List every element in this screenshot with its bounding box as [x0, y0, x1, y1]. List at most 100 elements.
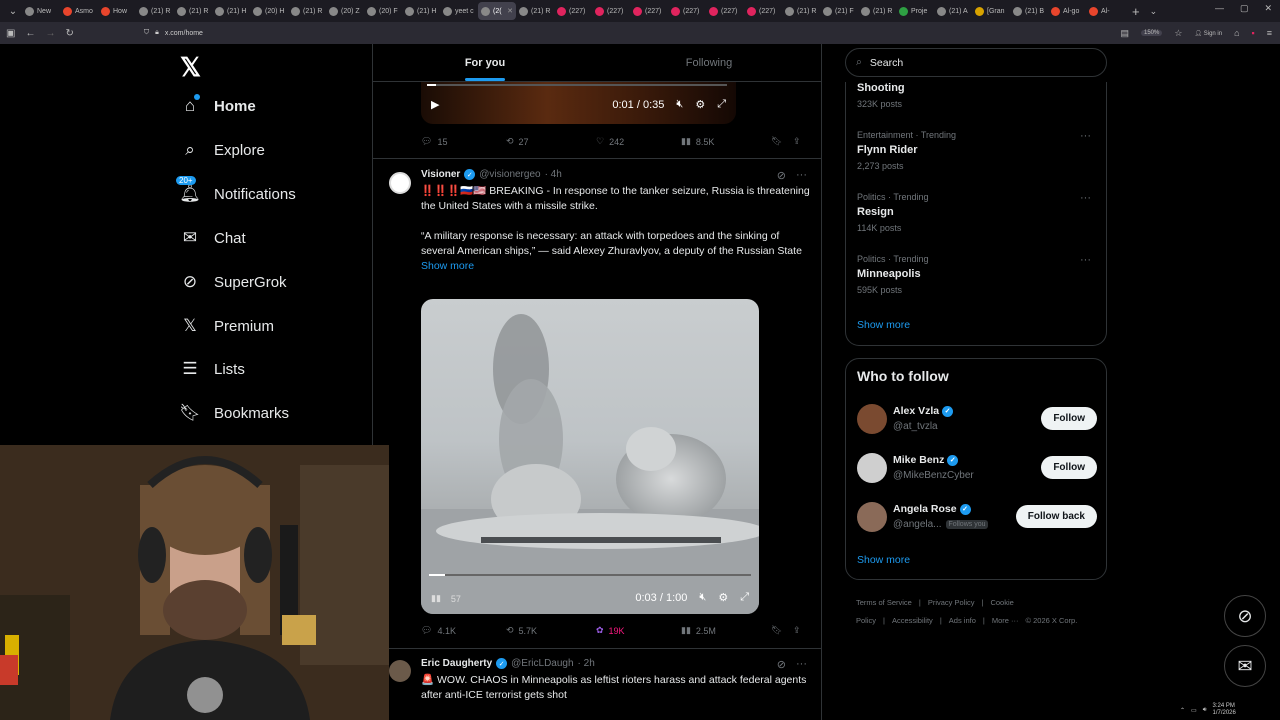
avatar[interactable]: [857, 404, 887, 434]
play-icon[interactable]: ▶: [431, 98, 439, 111]
avatar[interactable]: [389, 660, 411, 682]
footer-link[interactable]: Terms of Service: [856, 598, 912, 607]
tab-following[interactable]: Following: [597, 44, 821, 81]
footer-link[interactable]: More ···: [992, 616, 1019, 625]
repost-button[interactable]: ⟲ 27: [506, 136, 596, 147]
browser-tab[interactable]: (21) B: [1010, 2, 1048, 20]
suggested-user[interactable]: Alex Vzla ✓ @at_tvzla Follow: [857, 402, 1097, 436]
browser-tab[interactable]: (21) R: [782, 2, 820, 20]
address-bar[interactable]: ⛉ 🔒︎ x.com/home: [144, 29, 203, 37]
nav-notifications[interactable]: 🔔︎ 20+ Notifications: [176, 176, 296, 204]
pause-icon[interactable]: ▮▮ 57: [431, 593, 461, 604]
show-more-link[interactable]: Show more: [421, 259, 811, 274]
reader-icon[interactable]: ▤: [1120, 28, 1129, 39]
follow-button[interactable]: Follow: [1041, 407, 1097, 430]
avatar[interactable]: [857, 502, 887, 532]
browser-tab[interactable]: (227): [706, 2, 744, 20]
views-button[interactable]: ▮▮ 2.5M: [681, 625, 771, 636]
messages-fab[interactable]: ✉: [1224, 645, 1266, 687]
share-icon[interactable]: ⇪: [793, 136, 801, 147]
footer-link[interactable]: Accessibility: [892, 616, 933, 625]
more-icon[interactable]: ···: [796, 169, 807, 182]
browser-tab[interactable]: (227): [630, 2, 668, 20]
previous-video[interactable]: ▶ 0:01 / 0:35 🔇︎ ⚙ ⤢: [421, 82, 736, 124]
chevron-up-icon[interactable]: ⌃: [1180, 707, 1185, 714]
browser-tab[interactable]: (227): [592, 2, 630, 20]
browser-tab[interactable]: (21) H: [402, 2, 440, 20]
clock[interactable]: 3:24 PM 1/7/2026: [1212, 703, 1235, 717]
settings-icon[interactable]: ⚙: [718, 591, 728, 604]
like-button[interactable]: ♡ 242: [596, 136, 681, 147]
like-button[interactable]: ✿ 19K: [596, 625, 681, 636]
menu-icon[interactable]: ≡: [1267, 28, 1272, 38]
suggested-user[interactable]: Angela Rose ✓ @angela... Follows you Follo…: [857, 500, 1097, 534]
tweet-video[interactable]: ▮▮ 57 0:03 / 1:00 🔇︎ ⚙ ⤢: [421, 299, 759, 614]
bookmark-button[interactable]: 🔖︎: [771, 625, 793, 636]
browser-tab[interactable]: (21) R: [516, 2, 554, 20]
mute-icon[interactable]: 🔇︎: [676, 98, 683, 111]
more-icon[interactable]: ···: [1080, 192, 1091, 204]
search-input[interactable]: ⌕ Search: [845, 48, 1107, 77]
reply-button[interactable]: 💬︎ 15: [421, 136, 506, 147]
follow-button[interactable]: Follow: [1041, 456, 1097, 479]
trend-item[interactable]: Shooting 323K posts: [857, 82, 1097, 109]
reload-icon[interactable]: ↻: [65, 28, 73, 39]
tab-list-icon[interactable]: ⌄: [4, 2, 22, 20]
video-progress-track[interactable]: [429, 574, 751, 576]
trends-show-more[interactable]: Show more: [857, 319, 910, 331]
repost-button[interactable]: ⟲ 5.7K: [506, 625, 596, 636]
sign-in-button[interactable]: 👤︎ Sign in: [1194, 30, 1222, 37]
fullscreen-icon[interactable]: ⤢: [740, 591, 749, 604]
browser-tab[interactable]: Al-: [1086, 2, 1124, 20]
browser-tab[interactable]: How: [98, 2, 136, 20]
grok-icon[interactable]: ⊘: [777, 169, 786, 182]
footer-link[interactable]: Privacy Policy: [928, 598, 975, 607]
browser-tab[interactable]: [Gran: [972, 2, 1010, 20]
author-name[interactable]: Visioner: [421, 169, 460, 180]
extensions-icon[interactable]: ⌂: [1234, 28, 1239, 38]
browser-tab[interactable]: (21) R: [174, 2, 212, 20]
browser-tab[interactable]: (21) F: [820, 2, 858, 20]
fullscreen-icon[interactable]: ⤢: [717, 98, 726, 111]
minimize-icon[interactable]: —: [1215, 3, 1224, 14]
star-icon[interactable]: ☆: [1174, 28, 1182, 39]
follow-back-button[interactable]: Follow back: [1015, 505, 1097, 528]
suggested-user[interactable]: Mike Benz ✓ @MikeBenzCyber Follow: [857, 451, 1097, 485]
views-button[interactable]: ▮▮ 8.5K: [681, 136, 771, 147]
browser-tab[interactable]: (227): [744, 2, 782, 20]
author-name[interactable]: Eric Daugherty: [421, 658, 492, 669]
tweet-time[interactable]: · 4h: [545, 169, 562, 180]
trend-item[interactable]: Politics · Trending Minneapolis 595K pos…: [857, 254, 1097, 295]
grok-icon[interactable]: ⊘: [777, 658, 786, 671]
trend-item[interactable]: Entertainment · Trending Flynn Rider 2,2…: [857, 130, 1097, 171]
browser-tab[interactable]: Asmo: [60, 2, 98, 20]
avatar[interactable]: [857, 453, 887, 483]
more-icon[interactable]: ···: [796, 658, 807, 671]
browser-tab[interactable]: Proje: [896, 2, 934, 20]
browser-tab[interactable]: (21) H: [212, 2, 250, 20]
browser-tab[interactable]: (21) R: [136, 2, 174, 20]
maximize-icon[interactable]: ▢: [1240, 3, 1249, 14]
grok-fab[interactable]: ⊘: [1224, 595, 1266, 637]
trend-item[interactable]: Politics · Trending Resign 114K posts ··…: [857, 192, 1097, 233]
mute-icon[interactable]: 🔇︎: [699, 591, 706, 604]
nav-supergrok[interactable]: ⊘ SuperGrok: [180, 272, 287, 292]
zoom-level[interactable]: 150%: [1141, 30, 1163, 36]
tab-close-icon[interactable]: ✕: [507, 7, 513, 15]
tweet-time[interactable]: · 2h: [578, 658, 595, 669]
browser-tab[interactable]: (20) H: [250, 2, 288, 20]
reply-button[interactable]: 💬︎ 4.1K: [421, 625, 506, 636]
browser-tab[interactable]: (21) A: [934, 2, 972, 20]
share-icon[interactable]: ⇪: [793, 625, 801, 636]
browser-tab[interactable]: Al-go: [1048, 2, 1086, 20]
bookmark-button[interactable]: 🔖︎: [771, 136, 793, 147]
author-handle[interactable]: @visionergeo: [479, 169, 540, 180]
footer-link[interactable]: Ads info: [949, 616, 976, 625]
avatar[interactable]: [389, 172, 411, 194]
browser-tab[interactable]: (21) R: [288, 2, 326, 20]
nav-home[interactable]: ⌂ Home: [180, 94, 256, 116]
x-logo[interactable]: 𝕏: [180, 52, 201, 83]
who-show-more[interactable]: Show more: [857, 554, 910, 566]
more-icon[interactable]: ···: [1080, 254, 1091, 266]
author-handle[interactable]: @EricLDaugh: [511, 658, 573, 669]
